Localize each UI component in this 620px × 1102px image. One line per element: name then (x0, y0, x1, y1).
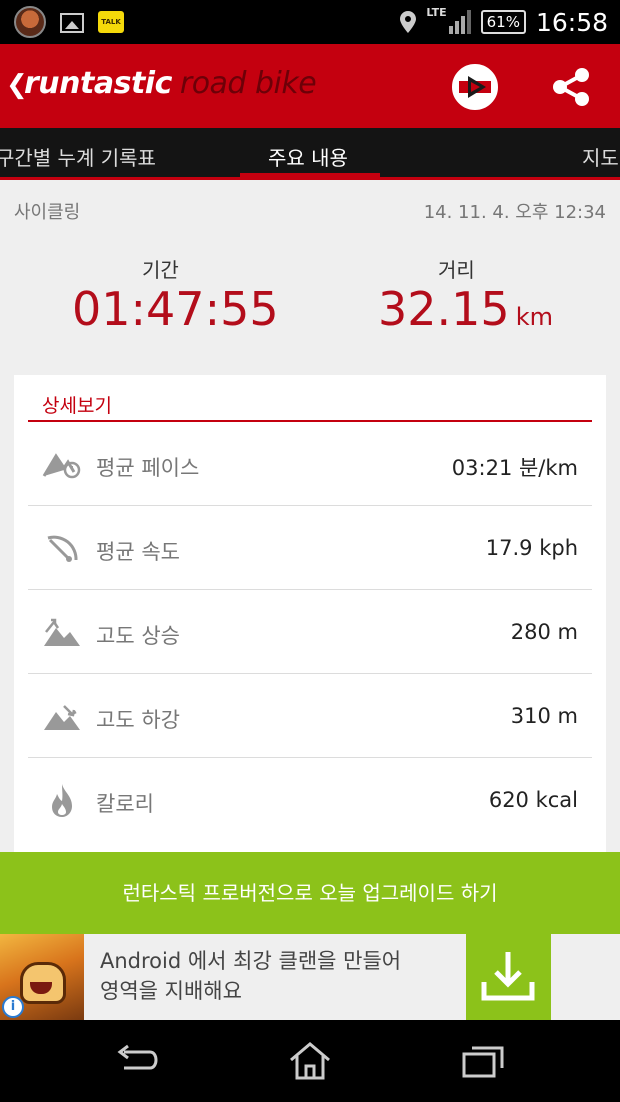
detail-value: 17.9 kph (485, 536, 578, 560)
app-logo[interactable]: runtastic road bike (24, 66, 317, 101)
download-button[interactable] (466, 934, 551, 1020)
detail-value: 620 kcal (488, 788, 578, 812)
duration-value: 01:47:55 (72, 282, 279, 336)
detail-value: 280 m (510, 620, 578, 644)
status-bar: TALK LTE 61% 16:58 (0, 0, 620, 44)
ad-line-1: Android 에서 최강 클랜을 만들어 (100, 949, 402, 973)
location-icon (400, 11, 417, 33)
tab-indicator (240, 173, 380, 177)
detail-label: 평균 속도 (96, 540, 180, 564)
detail-row-ascent: 고도 상승 280 m (28, 590, 592, 674)
detail-row-descent: 고도 하강 310 m (28, 674, 592, 758)
detail-label: 고도 상승 (96, 624, 180, 648)
tab-bar: 구간별 누계 기록표 주요 내용 지도 (0, 128, 620, 180)
activity-type: 사이클링 (14, 202, 81, 223)
details-title: 상세보기 (42, 395, 112, 417)
flame-icon (52, 784, 72, 817)
ad-info-icon[interactable]: i (2, 996, 24, 1018)
elevation-up-icon (44, 618, 80, 646)
tab-summary[interactable]: 주요 내용 (268, 142, 348, 171)
detail-label: 고도 하강 (96, 708, 180, 732)
headphones-app-icon (14, 6, 46, 38)
brand-main: runtastic (24, 66, 172, 101)
pro-upgrade-icon[interactable] (452, 64, 498, 110)
detail-row-speed: 평균 속도 17.9 kph (28, 506, 592, 590)
nav-bar (0, 1020, 620, 1102)
download-icon (481, 952, 535, 1001)
detail-value: 310 m (510, 704, 578, 728)
network-type: LTE (426, 5, 447, 19)
detail-label: 칼로리 (96, 792, 154, 816)
duration-label: 기간 (142, 258, 179, 282)
elevation-down-icon (44, 705, 80, 730)
notification-icons: TALK (14, 6, 124, 38)
distance-unit: km (515, 303, 553, 331)
clock: 16:58 (535, 7, 608, 37)
detail-label: 평균 페이스 (96, 456, 200, 480)
signal-icon (448, 10, 471, 34)
distance-value: 32.15 (378, 282, 510, 336)
ad-text[interactable]: Android 에서 최강 클랜을 만들어 영역을 지배해요 (100, 946, 460, 1006)
home-icon[interactable] (287, 1040, 333, 1082)
back-icon[interactable] (114, 1040, 160, 1082)
detail-row-calories: 칼로리 620 kcal (28, 758, 592, 842)
share-icon[interactable] (548, 64, 594, 110)
recent-apps-icon[interactable] (460, 1040, 506, 1082)
tab-splits[interactable]: 구간별 누계 기록표 (0, 142, 156, 171)
speedometer-icon (47, 535, 78, 562)
tab-map[interactable]: 지도 (582, 142, 619, 171)
gallery-icon (60, 13, 84, 33)
detail-row-pace: 평균 페이스 03:21 분/km (28, 422, 592, 506)
app-bar: ❮ runtastic road bike (0, 44, 620, 128)
distance-value-group: 32.15 km (378, 282, 553, 336)
system-icons: LTE 61% 16:58 (400, 0, 608, 44)
detail-value: 03:21 분/km (451, 456, 578, 480)
pro-upgrade-graphic (456, 68, 494, 106)
ad-banner[interactable]: i Android 에서 최강 클랜을 만들어 영역을 지배해요 (0, 934, 620, 1020)
battery-icon: 61% (480, 10, 526, 34)
kakaotalk-icon: TALK (98, 11, 124, 33)
brand-sub: road bike (179, 66, 317, 101)
activity-date: 14. 11. 4. 오후 12:34 (423, 202, 606, 223)
details-card: 상세보기 평균 페이스 03:21 분/km 평균 속도 17.9 kph 고도… (14, 375, 606, 875)
share-graphic (553, 68, 589, 106)
distance-label: 거리 (438, 258, 475, 282)
pace-icon (42, 453, 81, 479)
ad-line-2: 영역을 지배해요 (100, 979, 242, 1003)
upgrade-banner[interactable]: 런타스틱 프로버전으로 오늘 업그레이드 하기 (0, 852, 620, 934)
